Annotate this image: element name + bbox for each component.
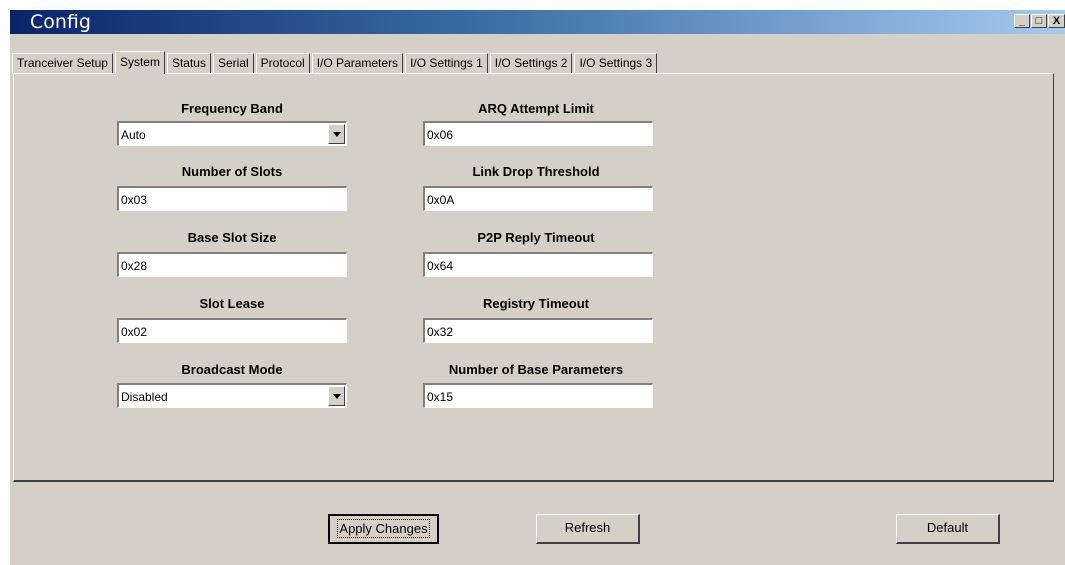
maximize-button[interactable]: □ — [1031, 14, 1047, 28]
tab-io-parameters[interactable]: I/O Parameters — [311, 53, 404, 73]
number-of-base-parameters-label: Number of Base Parameters — [448, 362, 624, 377]
tab-strip: Tranceiver Setup System Status Serial Pr… — [12, 51, 659, 74]
registry-timeout-label: Registry Timeout — [483, 296, 589, 311]
dropdown-arrow-button[interactable] — [328, 124, 345, 144]
chevron-down-icon — [333, 132, 341, 137]
slot-lease-label: Slot Lease — [199, 296, 265, 311]
frequency-band-value: Auto — [121, 128, 146, 142]
tab-tranceiver-setup[interactable]: Tranceiver Setup — [12, 53, 113, 73]
link-drop-threshold-label: Link Drop Threshold — [472, 164, 600, 179]
link-drop-threshold-input[interactable]: 0x0A — [423, 186, 653, 211]
chevron-down-icon — [333, 394, 341, 399]
frequency-band-label: Frequency Band — [181, 101, 283, 116]
tab-io-settings-1[interactable]: I/O Settings 1 — [405, 53, 488, 73]
frequency-band-dropdown[interactable]: Auto — [117, 121, 347, 146]
number-of-slots-label: Number of Slots — [181, 164, 283, 179]
broadcast-mode-value: Disabled — [121, 390, 168, 404]
number-of-base-parameters-input[interactable]: 0x15 — [423, 383, 653, 408]
tab-serial[interactable]: Serial — [212, 53, 254, 73]
arq-attempt-limit-label: ARQ Attempt Limit — [478, 101, 594, 116]
tab-status[interactable]: Status — [166, 53, 211, 73]
arq-attempt-limit-input[interactable]: 0x06 — [423, 121, 653, 146]
base-slot-size-input[interactable]: 0x28 — [117, 252, 347, 277]
broadcast-mode-label: Broadcast Mode — [181, 362, 283, 377]
minimize-button[interactable]: _ — [1014, 14, 1030, 28]
tab-system[interactable]: System — [114, 51, 165, 74]
p2p-reply-timeout-label: P2P Reply Timeout — [477, 230, 595, 245]
tab-io-settings-3[interactable]: I/O Settings 3 — [574, 53, 658, 73]
apply-changes-button[interactable]: Apply Changes — [328, 514, 439, 544]
tab-io-settings-2[interactable]: I/O Settings 2 — [489, 53, 573, 73]
slot-lease-input[interactable]: 0x02 — [117, 318, 347, 343]
tab-protocol[interactable]: Protocol — [255, 53, 310, 73]
p2p-reply-timeout-input[interactable]: 0x64 — [423, 252, 653, 277]
default-button[interactable]: Default — [896, 514, 1000, 544]
title-bar[interactable]: Config _ □ X — [10, 10, 1065, 34]
dropdown-arrow-button[interactable] — [328, 386, 345, 406]
registry-timeout-input[interactable]: 0x32 — [423, 318, 653, 343]
close-button[interactable]: X — [1048, 14, 1065, 28]
number-of-slots-input[interactable]: 0x03 — [117, 186, 347, 211]
refresh-button[interactable]: Refresh — [536, 514, 640, 544]
broadcast-mode-dropdown[interactable]: Disabled — [117, 383, 347, 408]
base-slot-size-label: Base Slot Size — [187, 230, 277, 245]
window-title: Config — [30, 11, 91, 33]
apply-changes-label: Apply Changes — [337, 519, 430, 538]
